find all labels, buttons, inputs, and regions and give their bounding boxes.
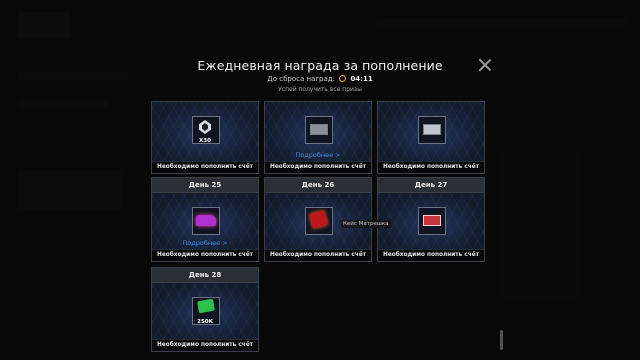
- reward-status: Необходимо пополнить счёт: [152, 249, 258, 261]
- reward-art: 250K: [152, 283, 258, 339]
- reward-status: Необходимо пополнить счёт: [265, 161, 371, 173]
- reward-art: Подробнее >: [152, 193, 258, 249]
- reward-status: Необходимо пополнить счёт: [152, 161, 258, 173]
- more-link[interactable]: Подробнее >: [152, 239, 258, 247]
- reward-art: Подробнее >: [265, 102, 371, 161]
- scrollbar-thumb[interactable]: [500, 330, 503, 350]
- reward-status: Необходимо пополнить счёт: [265, 249, 371, 261]
- reward-card-day-28[interactable]: День 28 250K Необходимо пополнить счёт: [151, 267, 259, 352]
- day-label: День 27: [378, 178, 484, 193]
- reward-card-1[interactable]: X30 Необходимо пополнить счёт: [151, 101, 259, 174]
- reward-card-3[interactable]: Необходимо пополнить счёт: [377, 101, 485, 174]
- reset-label: До сброса наград:: [267, 75, 335, 83]
- reward-art: X30: [152, 102, 258, 161]
- day-label: День 28: [152, 268, 258, 283]
- more-link[interactable]: Подробнее >: [265, 151, 371, 159]
- day-label: День 26: [265, 178, 371, 193]
- reward-quantity: 250K: [197, 319, 213, 325]
- purple-car-icon: [196, 215, 216, 226]
- reward-status: Необходимо пополнить счёт: [378, 161, 484, 173]
- close-icon[interactable]: [478, 58, 492, 72]
- modal-hint: Успей получить все призы: [278, 86, 362, 93]
- clock-icon: [339, 75, 347, 82]
- reward-card-day-27[interactable]: День 27 Необходимо пополнить счёт: [377, 177, 485, 262]
- reward-quantity: X30: [199, 138, 211, 144]
- item-tooltip: Кейс Матрешка: [341, 220, 391, 228]
- reward-card-2[interactable]: Подробнее > Необходимо пополнить счёт: [264, 101, 372, 174]
- gray-chest-icon: [310, 124, 328, 135]
- modal-title: Ежедневная награда за пополнение: [197, 58, 443, 73]
- reset-time: 04:11: [350, 75, 373, 83]
- silver-chest-icon: [423, 124, 441, 135]
- reward-card-day-25[interactable]: День 25 Подробнее > Необходимо пополнить…: [151, 177, 259, 262]
- reset-timer: До сброса наград: 04:11: [0, 75, 640, 83]
- reward-status: Необходимо пополнить счёт: [152, 339, 258, 351]
- day-label: День 25: [152, 178, 258, 193]
- reward-art: [378, 193, 484, 249]
- reward-status: Необходимо пополнить счёт: [378, 249, 484, 261]
- reward-art: [378, 102, 484, 161]
- red-chest-icon: [423, 215, 441, 226]
